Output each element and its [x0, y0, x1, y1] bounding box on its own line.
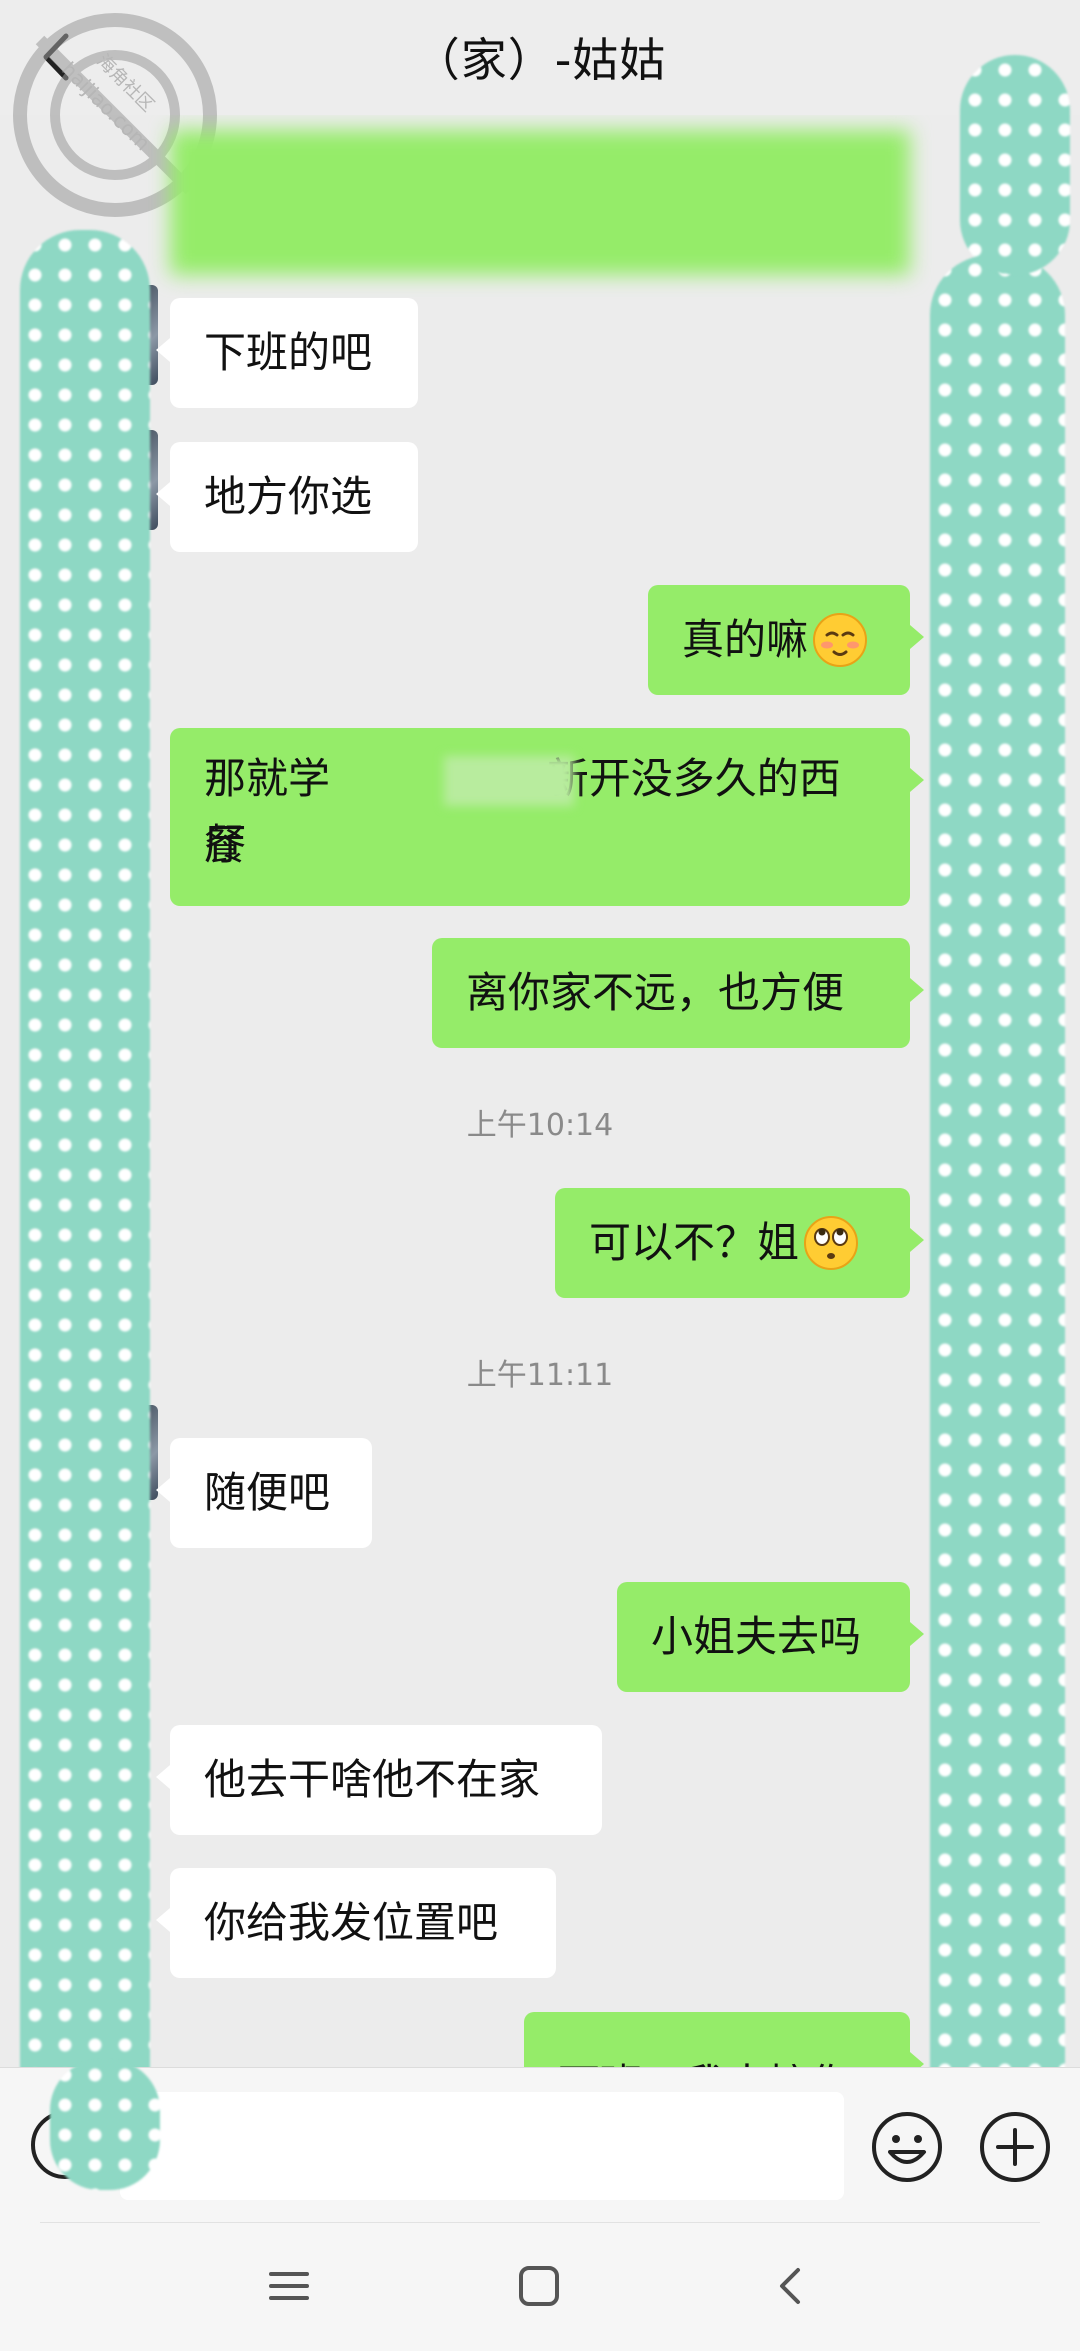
censored-message [170, 130, 910, 275]
menu-icon[interactable] [265, 2262, 313, 2310]
incoming-message[interactable]: 他去干啥他不在家 [156, 1725, 602, 1835]
outgoing-message[interactable]: 真的嘛 [648, 585, 924, 695]
message-input[interactable] [120, 2092, 844, 2200]
censor-overlay-right-top [960, 55, 1070, 275]
message-text: 你给我发位置吧 [204, 1898, 499, 1947]
system-nav-bar [0, 2222, 1080, 2351]
smiling-face-with-blush-emoji [813, 613, 868, 667]
outgoing-message[interactable]: 小姐夫去吗 [617, 1582, 924, 1692]
message-text: 那就学 [204, 754, 331, 803]
home-icon[interactable] [515, 2262, 563, 2310]
rolling-eyes-emoji [804, 1216, 859, 1270]
censor-overlay-bottom-left [50, 2060, 160, 2190]
incoming-message[interactable]: 下班的吧 [156, 298, 418, 408]
outgoing-message[interactable]: 下班，我去接你 [524, 2012, 924, 2067]
divider [40, 2222, 1040, 2223]
incoming-message[interactable]: 地方你选 [156, 442, 418, 552]
censor-overlay-left [20, 230, 150, 2067]
emoji-icon[interactable] [870, 2110, 944, 2184]
outgoing-message[interactable]: 可以不？姐 [555, 1188, 924, 1298]
incoming-message[interactable]: 随便吧 [156, 1438, 372, 1548]
message-text: 离你家不远，也方便 [466, 968, 845, 1017]
input-bar [0, 2067, 1080, 2223]
message-list[interactable]: 下班的吧 地方你选 真的嘛 那就学 新开没多久的西餐 厅 离你家不远，也方便 上… [0, 115, 1080, 2067]
message-text: 真的嘛 [682, 615, 809, 664]
message-timestamp: 上午11:11 [466, 1358, 614, 1393]
outgoing-message[interactable]: 那就学 新开没多久的西餐 厅 [170, 728, 924, 906]
message-text: 地方你选 [204, 472, 373, 521]
message-text: 小姐夫去吗 [651, 1612, 862, 1661]
incoming-message[interactable]: 你给我发位置吧 [156, 1868, 556, 1978]
message-line: 那就学 新开没多久的西餐 [204, 746, 876, 869]
message-text: 厅 [204, 820, 247, 869]
outgoing-message[interactable]: 离你家不远，也方便 [432, 938, 924, 1048]
plus-icon[interactable] [978, 2110, 1052, 2184]
message-text: 下班，我去接你 [558, 2052, 852, 2067]
message-text: 随便吧 [204, 1468, 331, 1517]
censor-overlay-right [930, 255, 1065, 2067]
message-text: 他去干啥他不在家 [204, 1755, 541, 1804]
message-timestamp: 上午10:14 [466, 1108, 614, 1143]
message-text: 下班的吧 [204, 328, 373, 377]
message-text: 可以不？姐 [589, 1218, 800, 1267]
censored-region [444, 756, 574, 806]
back-icon[interactable] [770, 2262, 810, 2310]
